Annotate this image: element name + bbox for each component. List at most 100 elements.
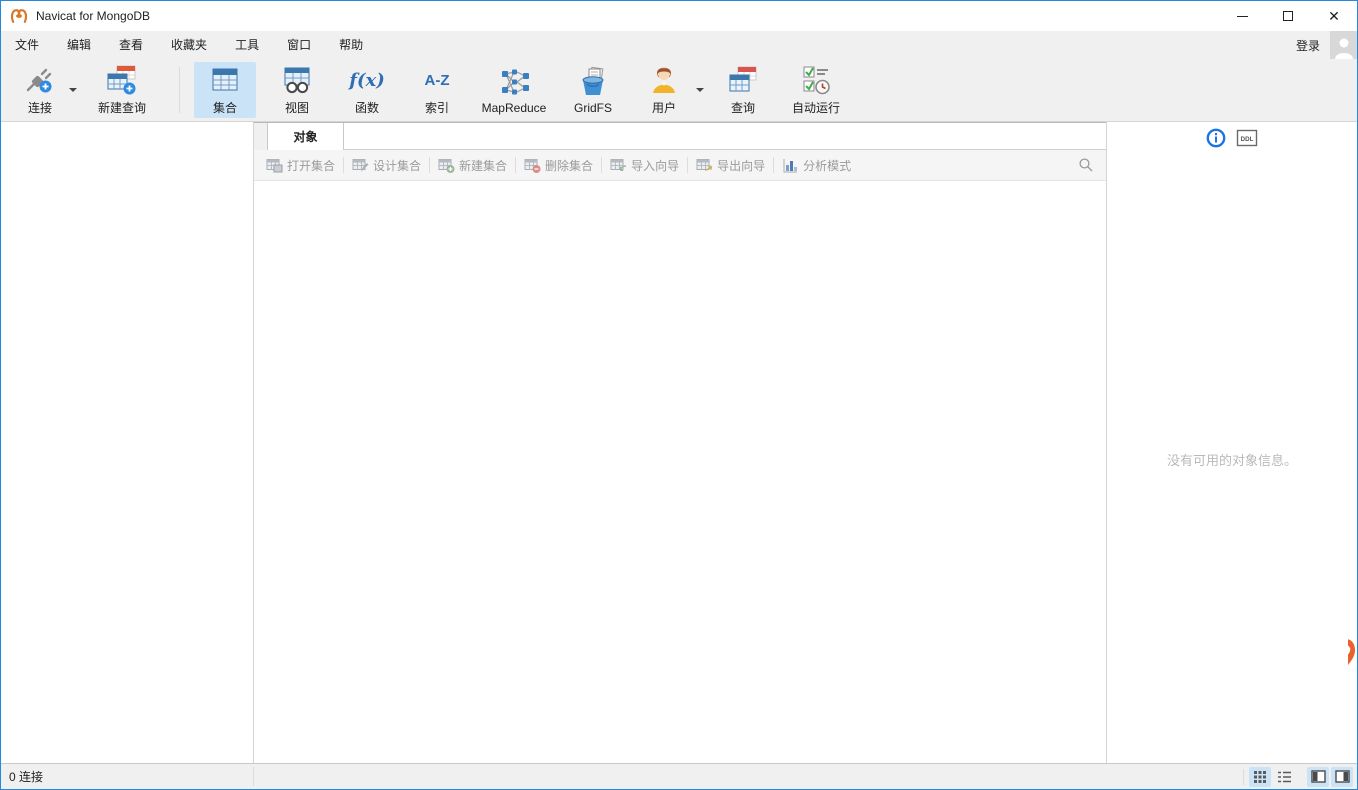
design-collection-button[interactable]: 设计集合 bbox=[346, 153, 427, 177]
menu-view[interactable]: 查看 bbox=[105, 31, 157, 59]
user-person-icon bbox=[653, 67, 675, 93]
new-collection-button[interactable]: 新建集合 bbox=[432, 153, 513, 177]
maximize-button[interactable] bbox=[1265, 1, 1311, 31]
view-table-glasses-icon bbox=[284, 67, 310, 94]
analyze-mode-label: 分析模式 bbox=[803, 158, 852, 173]
menu-file[interactable]: 文件 bbox=[1, 31, 53, 59]
menu-help[interactable]: 帮助 bbox=[325, 31, 377, 59]
import-wizard-button[interactable]: 导入向导 bbox=[604, 153, 685, 177]
collection-table-icon bbox=[212, 68, 238, 91]
navicat-badge-fragment bbox=[1348, 637, 1357, 673]
connection-plug-icon bbox=[26, 68, 52, 93]
export-wizard-icon bbox=[696, 158, 713, 171]
connection-tree-pane bbox=[1, 122, 253, 763]
open-collection-label: 打开集合 bbox=[287, 158, 336, 173]
grid-view-button[interactable] bbox=[1249, 766, 1271, 787]
tab-bar: 对象 bbox=[254, 122, 1106, 150]
close-icon: ✕ bbox=[1328, 8, 1340, 24]
functions-button[interactable]: f(x) 函数 bbox=[338, 62, 396, 118]
subtoolbar-separator bbox=[687, 157, 689, 173]
automation-button[interactable]: 自动运行 bbox=[780, 62, 852, 118]
collections-button-label: 集合 bbox=[212, 101, 237, 115]
mapreduce-button-label: MapReduce bbox=[481, 100, 547, 115]
objects-list-area bbox=[254, 182, 1106, 763]
open-collection-button[interactable]: 打开集合 bbox=[260, 153, 341, 177]
user-avatar[interactable] bbox=[1330, 31, 1357, 59]
navicat-logo-icon bbox=[10, 9, 28, 23]
chevron-down-icon bbox=[69, 88, 77, 92]
views-button[interactable]: 视图 bbox=[268, 62, 326, 118]
users-button[interactable]: 用户 bbox=[636, 62, 692, 118]
mapreduce-button[interactable]: MapReduce bbox=[472, 62, 556, 118]
users-dropdown[interactable] bbox=[692, 62, 708, 118]
toolbar-separator bbox=[179, 67, 180, 113]
window-title: Navicat for MongoDB bbox=[36, 9, 151, 23]
maximize-icon bbox=[1283, 11, 1293, 21]
window-controls: ✕ bbox=[1219, 1, 1357, 31]
analyze-mode-icon bbox=[783, 158, 798, 173]
indexes-button-label: 索引 bbox=[424, 101, 449, 115]
gridfs-bucket-icon bbox=[582, 66, 604, 95]
queries-button[interactable]: 查询 bbox=[714, 62, 772, 118]
list-view-button[interactable] bbox=[1273, 767, 1295, 787]
subtoolbar-separator bbox=[773, 157, 775, 173]
object-toolbar: 打开集合 设计集合 新建集合 删除集合 导入向导 导出向导 分析模式 bbox=[254, 150, 1106, 181]
toggle-left-panel-button[interactable] bbox=[1307, 766, 1329, 787]
grid-view-icon bbox=[1254, 770, 1266, 783]
menu-window[interactable]: 窗口 bbox=[273, 31, 325, 59]
menu-edit[interactable]: 编辑 bbox=[53, 31, 105, 59]
ddl-icon[interactable]: DDL bbox=[1236, 128, 1258, 148]
query-table-icon bbox=[729, 66, 757, 92]
chevron-down-icon bbox=[696, 88, 704, 92]
tab-bar-lead bbox=[254, 123, 268, 150]
design-collection-icon bbox=[352, 158, 369, 172]
info-icon[interactable] bbox=[1206, 128, 1226, 148]
status-bar: 0 连接 bbox=[1, 763, 1357, 789]
gridfs-button-label: GridFS bbox=[573, 100, 612, 115]
indexes-button[interactable]: A-Z 索引 bbox=[408, 62, 466, 118]
main-toolbar: 连接 新建查询 集合 视图 f(x) 函数 A-Z 索引 MapReduce G… bbox=[1, 59, 1357, 122]
users-button-label: 用户 bbox=[651, 101, 676, 115]
login-link[interactable]: 登录 bbox=[1296, 37, 1320, 54]
app-window: Navicat for MongoDB ✕ 文件 编辑 查看 收藏夹 工具 窗口… bbox=[0, 0, 1358, 790]
connection-button[interactable]: 连接 bbox=[15, 62, 65, 118]
new-query-button-label: 新建查询 bbox=[97, 101, 146, 115]
analyze-mode-button[interactable]: 分析模式 bbox=[776, 153, 857, 177]
list-view-icon bbox=[1277, 771, 1291, 782]
statusbar-separator bbox=[1243, 768, 1244, 785]
menu-favorites[interactable]: 收藏夹 bbox=[157, 31, 221, 59]
menu-tools[interactable]: 工具 bbox=[221, 31, 273, 59]
import-wizard-icon bbox=[610, 158, 627, 171]
subtoolbar-separator bbox=[601, 157, 603, 173]
queries-button-label: 查询 bbox=[730, 101, 755, 115]
delete-collection-button[interactable]: 删除集合 bbox=[518, 153, 599, 177]
objects-panel: 对象 打开集合 设计集合 新建集合 删除集合 导入向导 导出向导 分析模式 bbox=[254, 122, 1106, 763]
statusbar-separator bbox=[253, 767, 254, 786]
mapreduce-tree-icon bbox=[502, 69, 529, 94]
collections-button[interactable]: 集合 bbox=[194, 62, 256, 118]
ddl-icon-label: DDL bbox=[1241, 136, 1254, 143]
open-collection-icon bbox=[266, 158, 283, 172]
toggle-right-panel-button[interactable] bbox=[1331, 766, 1353, 787]
minimize-button[interactable] bbox=[1219, 1, 1265, 31]
object-information-pane: DDL 没有可用的对象信息。 bbox=[1107, 122, 1357, 763]
statusbar-view-controls bbox=[1240, 764, 1353, 789]
gridfs-button[interactable]: GridFS bbox=[562, 62, 624, 118]
close-button[interactable]: ✕ bbox=[1311, 1, 1357, 31]
title-bar: Navicat for MongoDB ✕ bbox=[1, 1, 1357, 31]
views-button-label: 视图 bbox=[284, 101, 309, 115]
subtoolbar-separator bbox=[429, 157, 431, 173]
new-collection-icon bbox=[438, 158, 455, 173]
function-icon: f(x) bbox=[349, 69, 385, 91]
design-collection-label: 设计集合 bbox=[373, 158, 422, 173]
minimize-icon bbox=[1236, 15, 1248, 17]
automation-checklist-clock-icon bbox=[803, 66, 830, 95]
export-wizard-label: 导出向导 bbox=[717, 158, 766, 173]
search-icon bbox=[1079, 158, 1093, 172]
export-wizard-button[interactable]: 导出向导 bbox=[690, 153, 771, 177]
new-query-button[interactable]: 新建查询 bbox=[87, 62, 157, 118]
connection-dropdown[interactable] bbox=[65, 62, 81, 118]
new-collection-label: 新建集合 bbox=[459, 158, 508, 173]
search-button[interactable] bbox=[1078, 157, 1094, 176]
tab-objects[interactable]: 对象 bbox=[268, 123, 344, 150]
